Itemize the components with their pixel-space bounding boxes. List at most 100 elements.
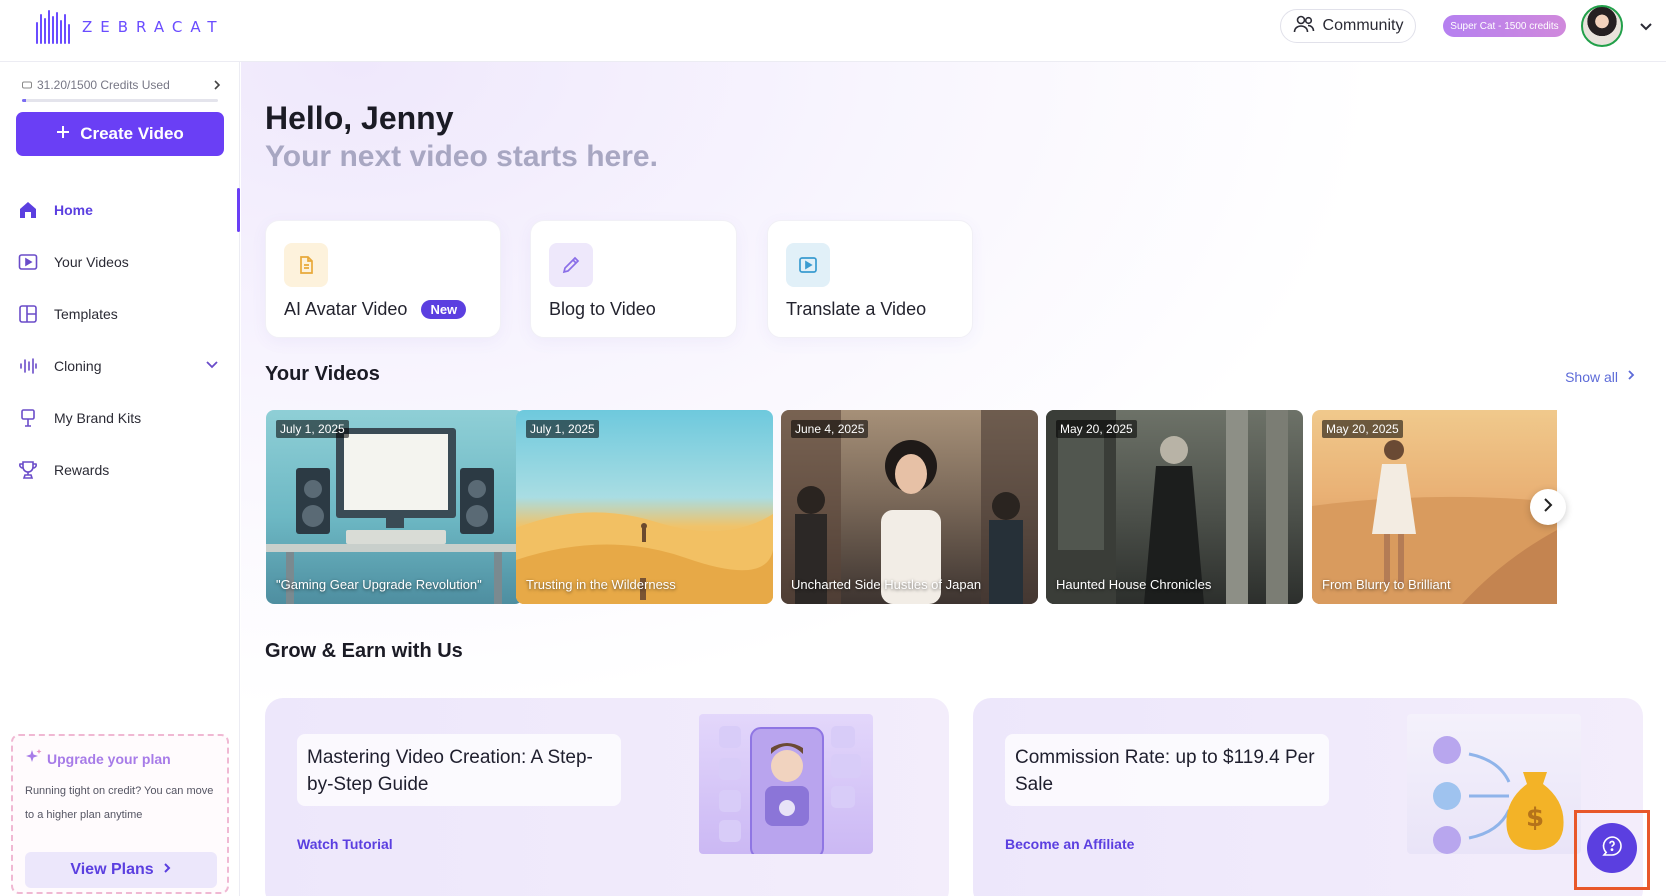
user-avatar[interactable] [1581, 5, 1623, 47]
video-title: "Gaming Gear Upgrade Revolution" [276, 577, 482, 592]
sidebar-item-label: Templates [54, 306, 118, 322]
top-bar: ZEBRACAT Community Super Cat - 1500 cred… [0, 0, 1666, 62]
action-label-text: Blog to Video [549, 299, 656, 319]
trophy-icon [18, 460, 38, 480]
credits-text: 31.20/1500 Credits Used [37, 78, 170, 92]
pencil-icon [549, 243, 593, 287]
video-thumbnail-street-woman [781, 410, 1038, 604]
sidebar-item-your-videos[interactable]: Your Videos [0, 236, 240, 288]
credits-usage[interactable]: 31.20/1500 Credits Used [22, 78, 222, 92]
video-title: From Blurry to Brilliant [1322, 577, 1451, 592]
affiliate-promo-card[interactable]: Commission Rate: up to $119.4 Per Sale B… [973, 698, 1643, 896]
sidebar-item-templates[interactable]: Templates [0, 288, 240, 340]
tutorial-promo-card[interactable]: Mastering Video Creation: A Step-by-Step… [265, 698, 949, 896]
video-play-icon [18, 252, 38, 272]
plus-icon [56, 124, 70, 144]
sidebar: 31.20/1500 Credits Used Create Video Hom… [0, 62, 240, 896]
upgrade-title: Upgrade your plan [25, 748, 215, 769]
svg-text:$: $ [1526, 803, 1544, 833]
action-label: AI Avatar Video New [284, 299, 467, 320]
money-bag-graphic: $ [1433, 736, 1564, 854]
promo-text: Commission Rate: up to $119.4 Per Sale [1005, 734, 1329, 806]
video-title: Trusting in the Wilderness [526, 577, 676, 592]
play-square-icon [786, 243, 830, 287]
zebracat-logo[interactable]: ZEBRACAT [36, 10, 225, 44]
video-date: May 20, 2025 [1322, 420, 1403, 438]
become-affiliate-link[interactable]: Become an Affiliate [1005, 836, 1134, 852]
action-label-text: AI Avatar Video [284, 299, 408, 319]
affiliate-illustration: $ [1407, 714, 1581, 854]
show-all-link[interactable]: Show all [1565, 368, 1636, 385]
chevron-right-icon [212, 78, 222, 95]
layout-icon [18, 304, 38, 324]
sparkle-icon [25, 748, 43, 769]
view-plans-label: View Plans [70, 861, 154, 878]
video-thumbnail-beach-woman [1312, 440, 1557, 604]
sidebar-item-label: Rewards [54, 462, 110, 478]
sidebar-item-brand-kits[interactable]: My Brand Kits [0, 392, 240, 444]
chevron-right-icon [1541, 496, 1555, 519]
promo-text: Mastering Video Creation: A Step-by-Step… [297, 734, 621, 806]
home-icon [18, 200, 38, 220]
video-card[interactable]: July 1, 2025 Trusting in the Wilderness [516, 410, 773, 604]
video-title: Uncharted Side Hustles of Japan [791, 577, 982, 592]
sidebar-item-rewards[interactable]: Rewards [0, 444, 240, 496]
chevron-down-icon[interactable] [1636, 16, 1656, 36]
sidebar-item-label: Home [54, 202, 93, 218]
greeting: Hello, Jenny [265, 100, 454, 136]
video-card[interactable]: May 20, 2025 Haunted House Chronicles [1046, 410, 1303, 604]
logo-text: ZEBRACAT [82, 18, 225, 36]
highlight-box [1574, 810, 1650, 890]
waveform-icon [18, 356, 38, 376]
video-thumbnail-haunted-house [1046, 410, 1288, 604]
sidebar-item-label: Your Videos [54, 254, 129, 270]
video-date: June 4, 2025 [791, 420, 869, 438]
video-date: July 1, 2025 [276, 420, 349, 438]
plan-badge[interactable]: Super Cat - 1500 credits [1443, 15, 1566, 37]
community-button[interactable]: Community [1280, 9, 1416, 43]
video-thumbnail-desk-computer [266, 428, 523, 604]
action-label-text: Translate a Video [786, 299, 927, 319]
upgrade-description: Running tight on credit? You can move to… [25, 785, 214, 821]
video-card[interactable]: June 4, 2025 Uncharted Side Hustles of J… [781, 410, 1038, 604]
document-icon [284, 243, 328, 287]
users-icon [1293, 15, 1315, 38]
video-date: May 20, 2025 [1056, 420, 1137, 438]
paint-brush-icon [18, 408, 38, 428]
watch-tutorial-link[interactable]: Watch Tutorial [297, 836, 393, 852]
translate-video-card[interactable]: Translate a Video [767, 220, 973, 338]
blog-to-video-card[interactable]: Blog to Video [530, 220, 737, 338]
video-card[interactable]: May 20, 2025 From Blurry to Brilliant [1312, 410, 1557, 604]
sidebar-nav: Home Your Videos Templates Cloning My Br… [0, 184, 240, 496]
your-videos-title: Your Videos [265, 363, 380, 385]
video-card[interactable]: July 1, 2025 "Gaming Gear Upgrade Revolu… [266, 410, 523, 604]
chevron-right-icon [1626, 368, 1636, 385]
coin-icon [22, 78, 32, 92]
create-video-button[interactable]: Create Video [16, 112, 224, 156]
social-phone-graphic [719, 726, 861, 859]
logo-mark-icon [36, 10, 70, 44]
main-content: Hello, Jenny Your next video starts here… [241, 62, 1666, 896]
sidebar-item-home[interactable]: Home [0, 184, 240, 236]
show-all-label: Show all [1565, 368, 1618, 385]
chevron-down-icon[interactable] [204, 356, 220, 375]
community-label: Community [1322, 17, 1404, 34]
sidebar-item-cloning[interactable]: Cloning [0, 340, 240, 392]
phone-illustration [699, 714, 873, 859]
video-title: Haunted House Chronicles [1056, 577, 1212, 592]
credits-progress-bar [22, 99, 218, 102]
sidebar-item-label: Cloning [54, 358, 102, 374]
new-badge: New [421, 300, 467, 319]
carousel-next-button[interactable] [1530, 489, 1566, 525]
video-date: July 1, 2025 [526, 420, 599, 438]
view-plans-button[interactable]: View Plans [25, 852, 217, 888]
action-label: Translate a Video [786, 299, 926, 320]
upgrade-title-text: Upgrade your plan [47, 750, 171, 767]
upgrade-panel: Upgrade your plan Running tight on credi… [11, 734, 229, 894]
credits-progress-fill [22, 99, 27, 102]
tagline: Your next video starts here. [265, 140, 658, 173]
ai-avatar-video-card[interactable]: AI Avatar Video New [265, 220, 501, 338]
grow-earn-title: Grow & Earn with Us [265, 640, 463, 662]
action-label: Blog to Video [549, 299, 656, 320]
chevron-right-icon [162, 861, 172, 880]
